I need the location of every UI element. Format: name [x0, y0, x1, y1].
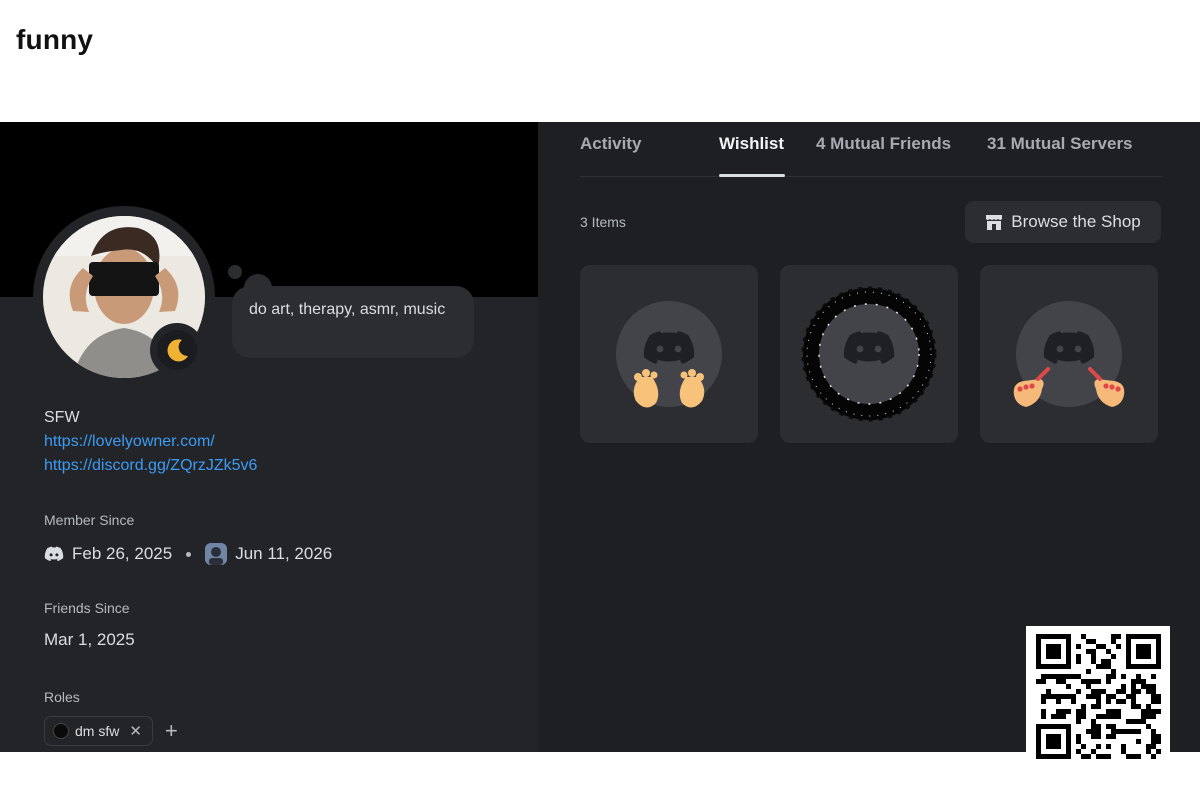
bio-text: SFW	[44, 409, 80, 426]
status-badge	[150, 323, 204, 377]
shop-icon	[986, 215, 1003, 230]
active-tab-indicator	[719, 174, 785, 177]
tab-activity[interactable]: Activity	[580, 134, 641, 154]
tab-mutual-friends[interactable]: 4 Mutual Friends	[816, 134, 951, 154]
wishlist-count: 3 Items	[580, 214, 626, 230]
role-pill[interactable]: dm sfw ✕	[44, 716, 153, 746]
moon-icon	[167, 339, 188, 362]
server-icon[interactable]	[205, 543, 228, 565]
remove-role-icon[interactable]: ✕	[129, 722, 142, 740]
about-me: SFW https://lovelyowner.com/ https://dis…	[44, 406, 524, 478]
browse-shop-label: Browse the Shop	[1011, 212, 1141, 231]
member-since-row: Feb 26, 2025 Jun 11, 2026	[44, 540, 332, 568]
qr-code-image	[1036, 634, 1161, 759]
wishlist-item-painted-nails[interactable]	[980, 265, 1158, 443]
role-name: dm sfw	[75, 723, 120, 739]
member-since-label: Member Since	[44, 512, 135, 528]
discord-join-date: Feb 26, 2025	[72, 544, 173, 563]
add-role-icon[interactable]: +	[165, 720, 178, 742]
role-color-dot	[53, 723, 69, 739]
friends-since-date: Mar 1, 2025	[44, 630, 135, 649]
wishlist-item-feet[interactable]	[580, 265, 758, 443]
roles-label: Roles	[44, 689, 80, 705]
bio-link-website[interactable]: https://lovelyowner.com/	[44, 430, 524, 454]
avatar-frame	[33, 206, 215, 388]
tab-wishlist[interactable]: Wishlist	[719, 134, 784, 154]
browse-shop-button[interactable]: Browse the Shop	[965, 201, 1161, 243]
roles-list: dm sfw ✕ +	[44, 716, 178, 746]
bubble-tail-small	[228, 265, 242, 279]
painted-nails-decoration-icon	[1013, 367, 1125, 407]
post-title: funny	[16, 24, 94, 55]
bio-link-discord-invite[interactable]: https://discord.gg/ZQrzJZk5v6	[44, 454, 524, 478]
server-avatar-icon	[205, 543, 228, 565]
tab-mutual-servers[interactable]: 31 Mutual Servers	[987, 134, 1133, 154]
custom-status-bubble: do art, therapy, asmr, music	[232, 286, 474, 358]
server-join-date: Jun 11, 2026	[235, 544, 333, 563]
discord-profile-screenshot: do art, therapy, asmr, music SFW https:/…	[0, 122, 1200, 752]
profile-panel: do art, therapy, asmr, music SFW https:/…	[0, 122, 538, 752]
feet-decoration-icon	[633, 369, 705, 408]
profile-tabs: Activity Wishlist 4 Mutual Friends 31 Mu…	[580, 122, 1162, 177]
qr-code	[1026, 626, 1170, 760]
friends-since-label: Friends Since	[44, 600, 130, 616]
wishlist-item-ink-ring[interactable]	[780, 265, 958, 443]
ink-ring-decoration-icon	[801, 286, 937, 422]
discord-logo-icon	[44, 546, 64, 562]
separator-dot	[186, 551, 192, 557]
